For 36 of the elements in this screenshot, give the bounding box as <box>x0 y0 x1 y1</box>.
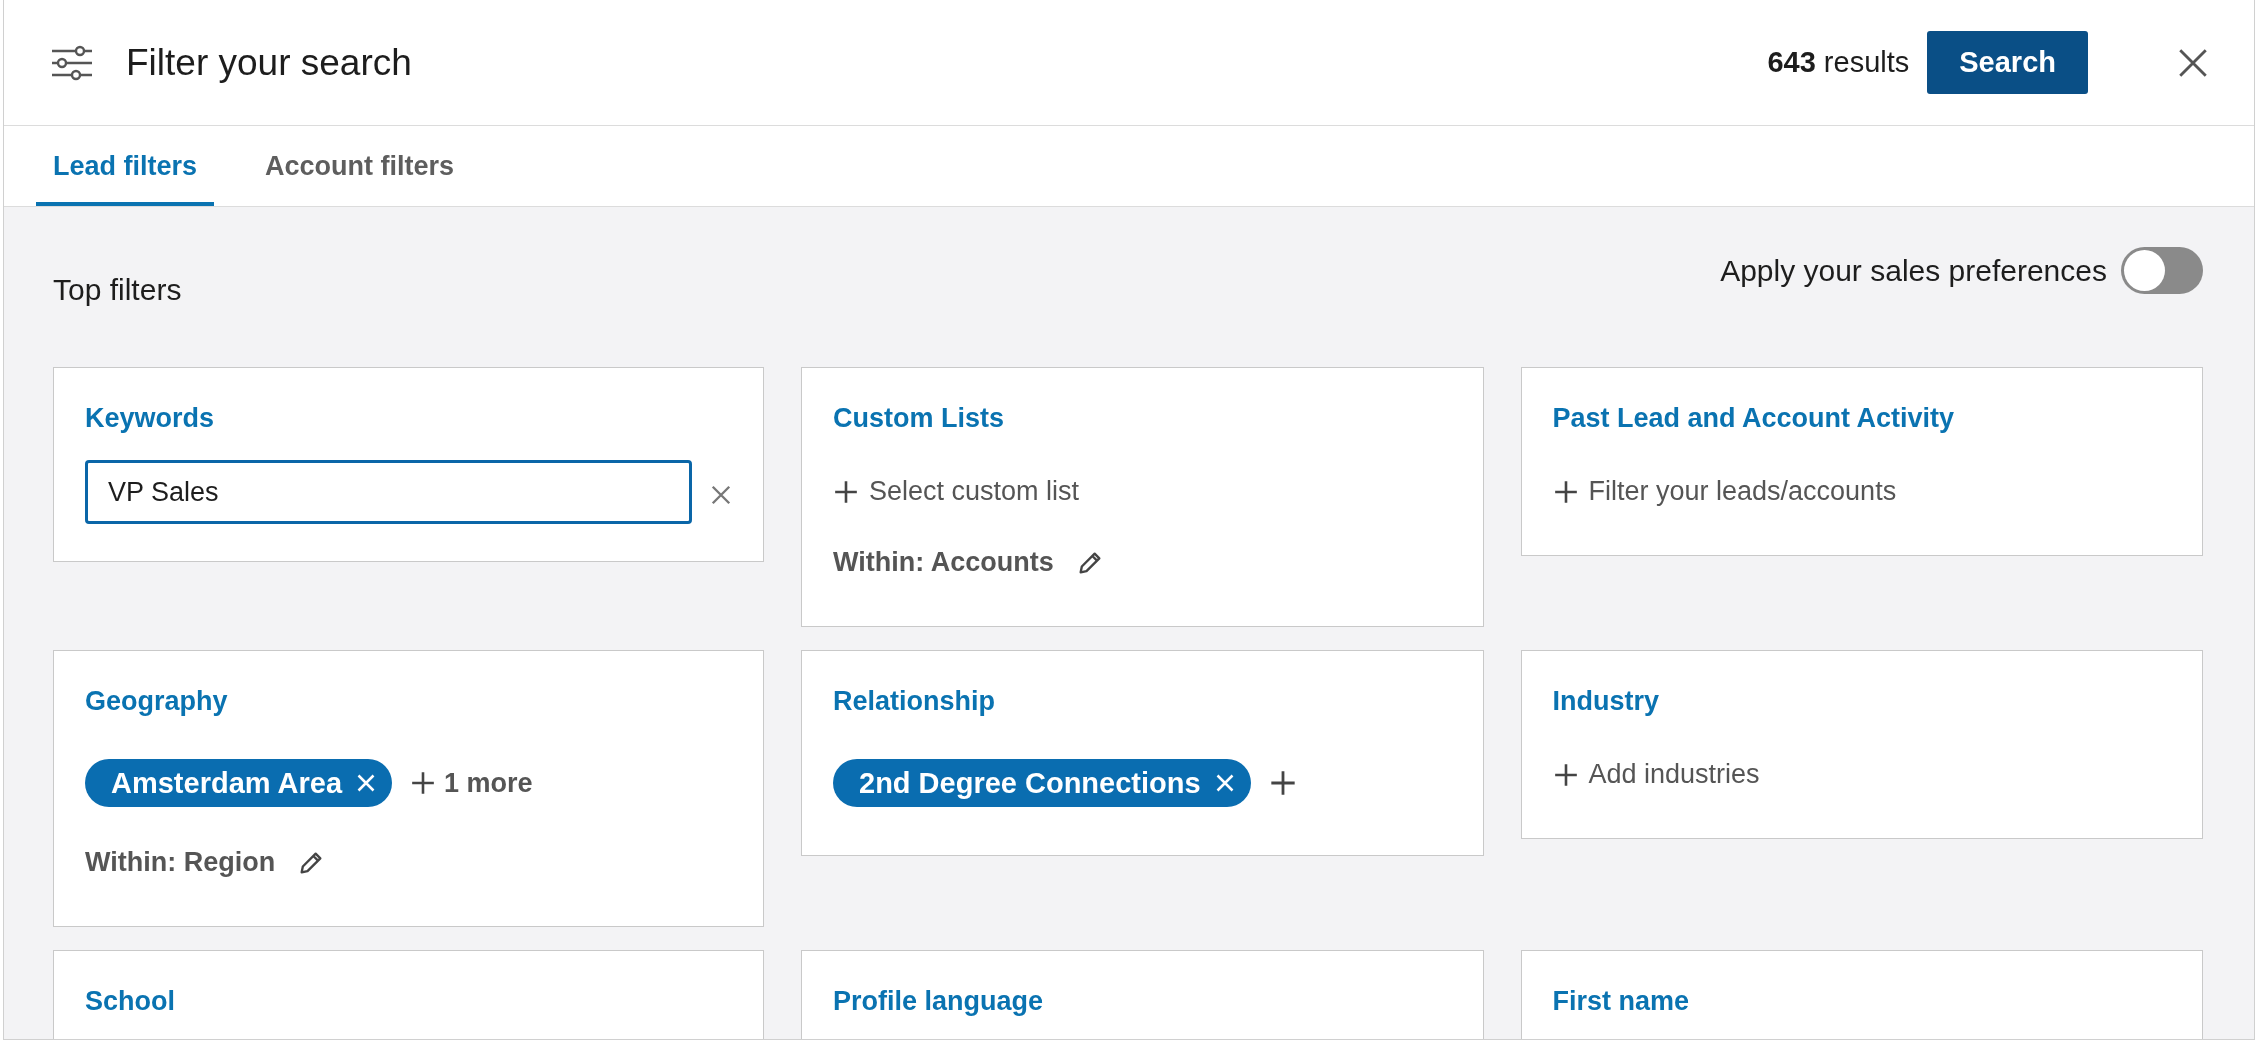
more-link[interactable]: 1 more <box>410 767 533 799</box>
plus-icon <box>1552 761 1579 788</box>
keywords-input[interactable]: VP Sales <box>85 460 692 524</box>
clear-button[interactable] <box>710 483 732 506</box>
add-filter-link[interactable]: Filter your leads/accounts <box>1552 476 2171 507</box>
filter-pill[interactable]: Amsterdam Area <box>85 759 393 807</box>
plus-icon <box>1268 769 1297 797</box>
card-title: Past Lead and Account Activity <box>1552 403 1956 434</box>
plus-icon <box>1552 478 1579 505</box>
filter-pill[interactable]: 2nd Degree Connections <box>833 759 1251 807</box>
results-count: 643 results <box>1767 46 1910 79</box>
search-button[interactable]: Search <box>1927 31 2088 94</box>
close-icon <box>356 773 377 793</box>
plus-icon <box>833 478 859 505</box>
filter-sliders-icon <box>50 44 94 81</box>
section-title: Top filters <box>53 272 182 307</box>
card-title: Geography <box>85 686 229 717</box>
close-icon <box>710 483 732 506</box>
card-title: Profile language <box>833 986 1045 1017</box>
add-button[interactable] <box>1268 769 1297 797</box>
within-label: Within: Region <box>85 847 276 878</box>
within-label: Within: Accounts <box>833 547 1054 578</box>
card-title: Industry <box>1552 686 1660 717</box>
preference-label: Apply your sales preferences <box>1720 253 2107 288</box>
card-title: First name <box>1552 986 1691 1017</box>
plus-icon <box>410 770 437 796</box>
add-filter-link[interactable]: Select custom list <box>833 476 1452 507</box>
panel-title: Filter your search <box>126 41 413 84</box>
card-title: Custom Lists <box>833 403 1006 434</box>
filter-tab[interactable]: Account filters <box>248 126 472 206</box>
add-filter-link[interactable]: Add industries <box>1552 759 2171 790</box>
card-title: Relationship <box>833 686 996 717</box>
card-title: School <box>85 986 176 1017</box>
preference-toggle[interactable] <box>2121 247 2203 294</box>
close-icon <box>1214 773 1235 793</box>
card-title: Keywords <box>85 403 216 434</box>
